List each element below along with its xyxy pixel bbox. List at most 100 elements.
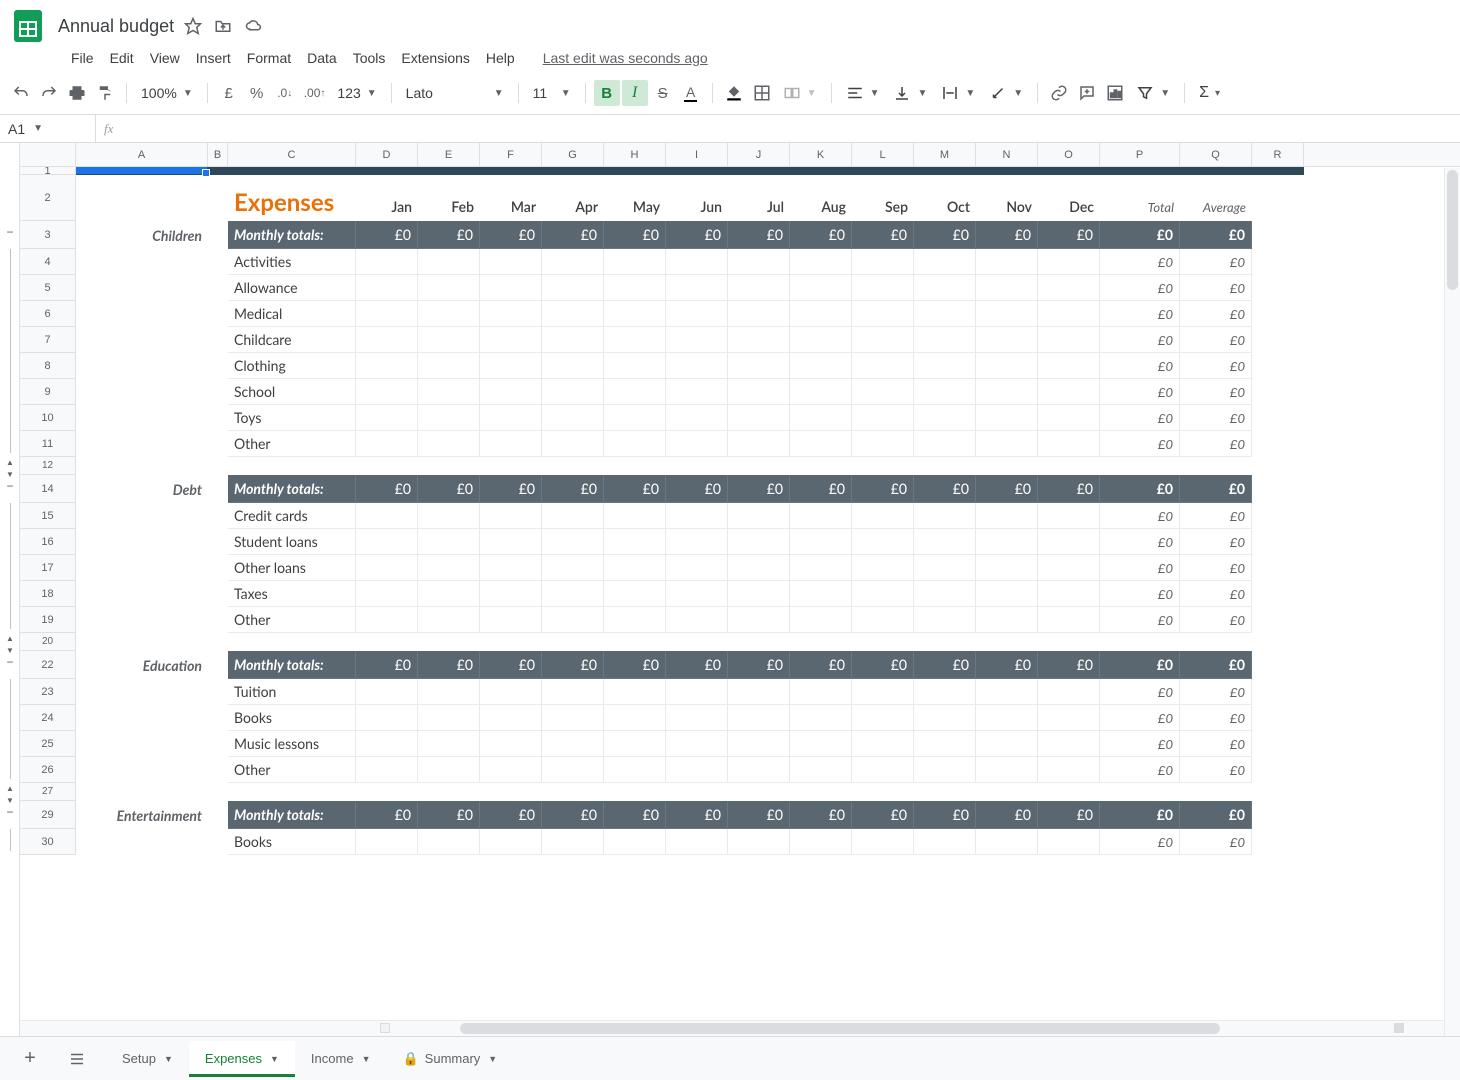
cell[interactable] [1252, 829, 1304, 855]
cell-average[interactable]: £0 [1180, 731, 1252, 757]
cell[interactable] [208, 249, 228, 275]
cell[interactable] [1252, 353, 1304, 379]
cell[interactable]: £0 [480, 651, 542, 679]
menu-view[interactable]: View [143, 46, 187, 70]
cell-average[interactable]: £0 [1180, 275, 1252, 301]
row-header-4[interactable]: 4 [20, 249, 76, 275]
cell[interactable] [356, 275, 418, 301]
row-header-25[interactable]: 25 [20, 731, 76, 757]
cell[interactable] [976, 829, 1038, 855]
col-header-Q[interactable]: Q [1180, 143, 1252, 166]
cell[interactable] [1252, 581, 1304, 607]
cell[interactable] [418, 679, 480, 705]
item-label[interactable]: Books [228, 705, 356, 731]
cell[interactable] [666, 405, 728, 431]
cell[interactable] [76, 249, 208, 275]
cell[interactable] [1180, 457, 1252, 475]
cell[interactable] [356, 731, 418, 757]
cell[interactable] [418, 529, 480, 555]
cell[interactable]: £0 [356, 801, 418, 829]
cell-P1[interactable] [1100, 167, 1180, 175]
cell-average[interactable]: £0 [1180, 555, 1252, 581]
cell[interactable] [1038, 457, 1100, 475]
cell[interactable] [852, 379, 914, 405]
cell[interactable] [914, 679, 976, 705]
cell[interactable] [914, 457, 976, 475]
cell-average[interactable]: £0 [1180, 801, 1252, 829]
cell[interactable] [208, 327, 228, 353]
item-label[interactable]: Taxes [228, 581, 356, 607]
cell[interactable]: £0 [666, 475, 728, 503]
cell[interactable] [418, 249, 480, 275]
cell[interactable]: £0 [976, 651, 1038, 679]
cell-average[interactable]: £0 [1180, 405, 1252, 431]
cell-average[interactable]: £0 [1180, 679, 1252, 705]
cell[interactable] [666, 301, 728, 327]
cell[interactable] [1252, 503, 1304, 529]
col-header-G[interactable]: G [542, 143, 604, 166]
cell-D1[interactable] [356, 167, 418, 175]
cell[interactable] [418, 633, 480, 651]
cell[interactable] [976, 405, 1038, 431]
cell[interactable] [790, 679, 852, 705]
row-header-30[interactable]: 30 [20, 829, 76, 855]
cell[interactable]: £0 [852, 801, 914, 829]
cell[interactable] [852, 679, 914, 705]
month-header-Oct[interactable]: Oct [914, 175, 976, 221]
cell[interactable] [418, 829, 480, 855]
cell[interactable] [1252, 705, 1304, 731]
cell[interactable] [914, 581, 976, 607]
cell-average[interactable]: £0 [1180, 607, 1252, 633]
cell[interactable] [604, 705, 666, 731]
cell[interactable]: £0 [356, 475, 418, 503]
row-header-8[interactable]: 8 [20, 353, 76, 379]
print-button[interactable] [64, 80, 90, 106]
cell[interactable] [1252, 405, 1304, 431]
cell-total[interactable]: £0 [1100, 801, 1180, 829]
cell-I1[interactable] [666, 167, 728, 175]
cell[interactable] [356, 757, 418, 783]
cell[interactable] [356, 405, 418, 431]
sheet-tab-summary[interactable]: 🔒Summary▼ [386, 1041, 513, 1077]
cell[interactable] [542, 679, 604, 705]
cell[interactable] [480, 301, 542, 327]
cell[interactable] [1038, 431, 1100, 457]
month-header-Apr[interactable]: Apr [542, 175, 604, 221]
cell-O1[interactable] [1038, 167, 1100, 175]
col-header-M[interactable]: M [914, 143, 976, 166]
cell-total[interactable]: £0 [1100, 679, 1180, 705]
cell[interactable] [1038, 607, 1100, 633]
cell[interactable] [418, 705, 480, 731]
cell-total[interactable]: £0 [1100, 221, 1180, 249]
cell[interactable] [418, 353, 480, 379]
cell-total[interactable]: £0 [1100, 529, 1180, 555]
cell[interactable] [542, 301, 604, 327]
cell[interactable] [542, 757, 604, 783]
cell[interactable] [228, 633, 356, 651]
cell[interactable] [852, 555, 914, 581]
row-header-19[interactable]: 19 [20, 607, 76, 633]
italic-button[interactable]: I [622, 80, 648, 106]
cell[interactable] [666, 633, 728, 651]
cell[interactable] [1252, 651, 1304, 679]
cell[interactable] [976, 301, 1038, 327]
cell[interactable] [480, 275, 542, 301]
cell[interactable] [666, 327, 728, 353]
cell[interactable] [1180, 633, 1252, 651]
cell[interactable] [542, 555, 604, 581]
cell[interactable] [76, 529, 208, 555]
cell[interactable] [852, 249, 914, 275]
cell[interactable] [208, 353, 228, 379]
cell-average[interactable]: £0 [1180, 327, 1252, 353]
collapse-group-icon[interactable]: − [3, 805, 17, 819]
cell-total[interactable]: £0 [1100, 431, 1180, 457]
cell[interactable] [1252, 529, 1304, 555]
cell[interactable] [76, 431, 208, 457]
cell[interactable] [604, 731, 666, 757]
cell-R1[interactable] [1252, 167, 1304, 175]
cell[interactable] [76, 633, 208, 651]
row-header-12[interactable]: 12 [20, 457, 76, 475]
cell[interactable]: £0 [604, 801, 666, 829]
cell[interactable] [666, 555, 728, 581]
cell[interactable] [666, 829, 728, 855]
